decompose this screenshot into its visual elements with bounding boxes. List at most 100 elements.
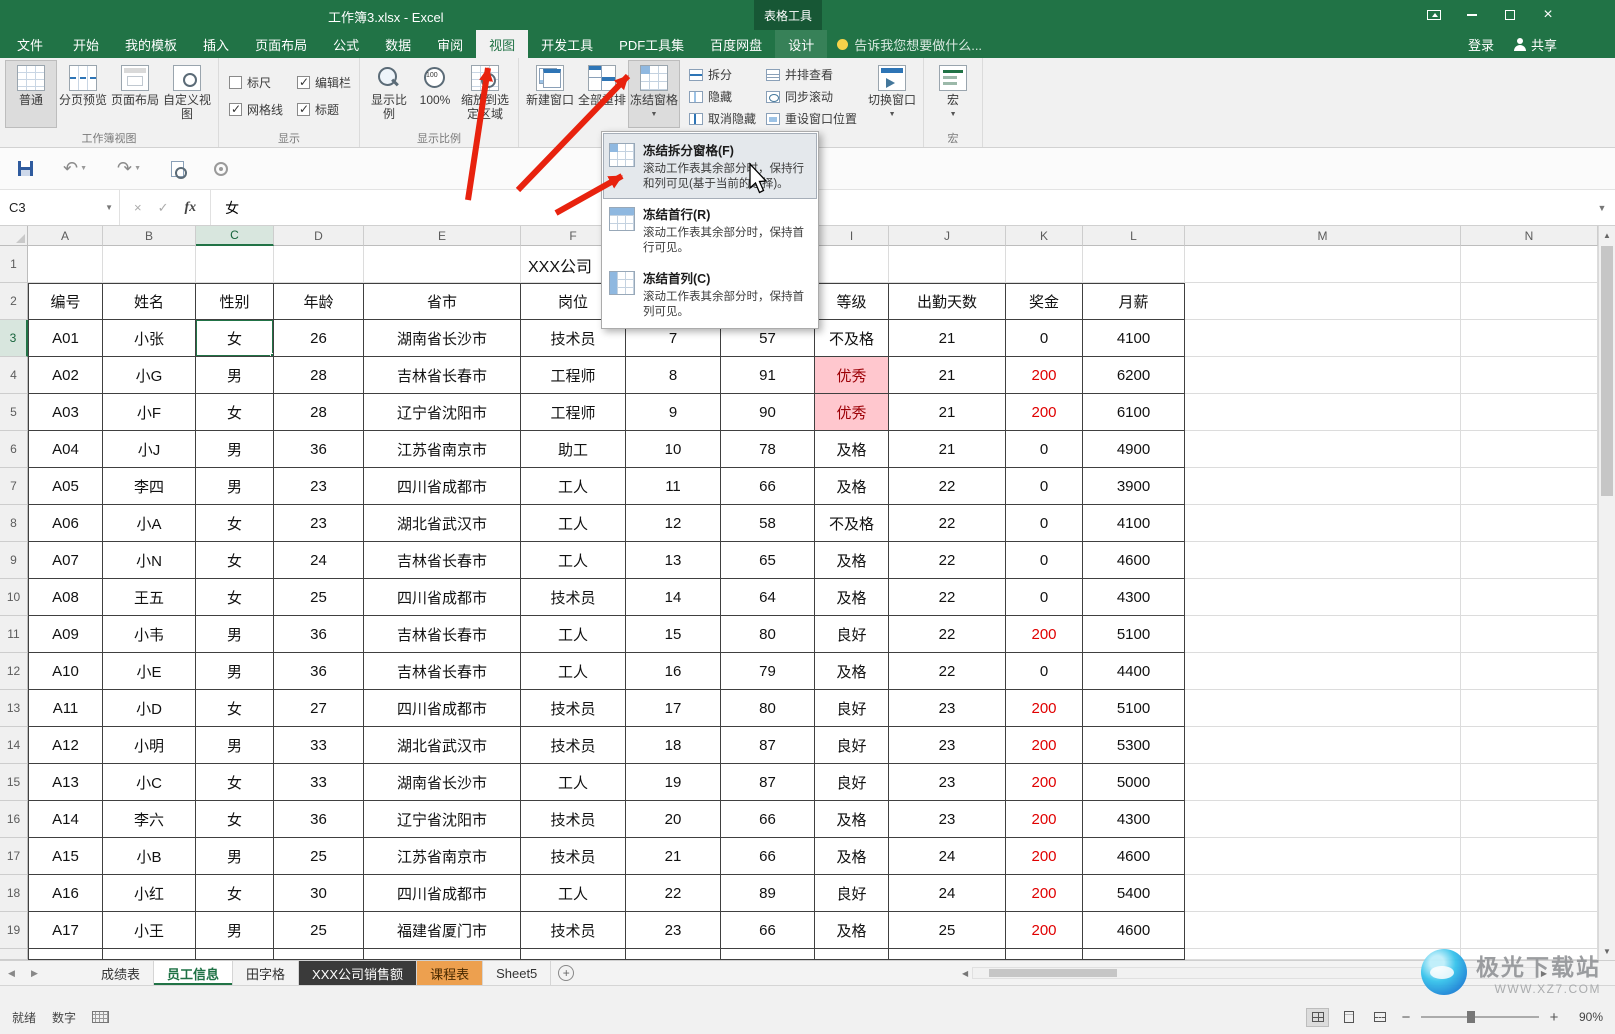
cell[interactable]: 技术员 [521, 912, 626, 949]
cell[interactable]: 技术员 [521, 727, 626, 764]
cell[interactable] [889, 949, 1006, 960]
cell[interactable]: 男 [196, 727, 274, 764]
cell[interactable]: 小J [103, 431, 196, 468]
cell[interactable]: 23 [274, 505, 364, 542]
synchronous-scrolling-button[interactable]: 同步滚动 [766, 86, 857, 107]
header-cell[interactable]: 奖金 [1006, 283, 1083, 320]
row-header-7[interactable]: 7 [0, 468, 28, 505]
column-header-K[interactable]: K [1006, 226, 1083, 246]
cell[interactable] [1185, 801, 1461, 838]
cell[interactable]: 良好 [815, 764, 889, 801]
row-header-16[interactable]: 16 [0, 801, 28, 838]
cell[interactable]: 10 [626, 431, 721, 468]
cell[interactable]: 36 [274, 616, 364, 653]
cell[interactable]: 女 [196, 542, 274, 579]
ribbon-tab-9[interactable]: 开发工具 [528, 30, 606, 58]
cell[interactable]: 20 [626, 801, 721, 838]
cell[interactable]: 79 [721, 653, 815, 690]
cell[interactable]: 5000 [1083, 764, 1185, 801]
cell[interactable]: 25 [889, 912, 1006, 949]
cell[interactable]: 0 [1006, 505, 1083, 542]
cell[interactable]: 男 [196, 431, 274, 468]
cell[interactable]: 23 [626, 912, 721, 949]
cell[interactable]: 小F [103, 394, 196, 431]
cell[interactable]: 女 [196, 320, 274, 357]
cell[interactable] [196, 949, 274, 960]
cell[interactable]: 男 [196, 653, 274, 690]
page-break-preview-button[interactable]: 分页预览 [58, 61, 108, 127]
cell[interactable] [1185, 727, 1461, 764]
cell[interactable]: 23 [889, 801, 1006, 838]
cell[interactable]: A13 [28, 764, 103, 801]
cell[interactable]: 5100 [1083, 616, 1185, 653]
row-header-8[interactable]: 8 [0, 505, 28, 542]
cell[interactable]: 良好 [815, 690, 889, 727]
cell[interactable]: 女 [196, 394, 274, 431]
freeze-menu-item-2[interactable]: 冻结首行(R)滚动工作表其余部分时，保持首行可见。 [604, 198, 816, 262]
split-button[interactable]: 拆分 [689, 64, 756, 85]
cell[interactable] [1185, 912, 1461, 949]
cell[interactable]: 及格 [815, 912, 889, 949]
cell[interactable]: 90 [721, 394, 815, 431]
cell[interactable]: 23 [889, 727, 1006, 764]
cell[interactable] [1185, 246, 1461, 283]
switch-windows-button[interactable]: 切换窗口 ▼ [867, 61, 917, 127]
cell[interactable] [521, 949, 626, 960]
cell[interactable]: 17 [626, 690, 721, 727]
cell[interactable]: 小E [103, 653, 196, 690]
cell[interactable] [1461, 727, 1598, 764]
cell[interactable]: 四川省成都市 [364, 690, 521, 727]
cell[interactable]: A08 [28, 579, 103, 616]
page-layout-view-button[interactable]: 页面布局 [110, 61, 160, 127]
cell[interactable]: 小G [103, 357, 196, 394]
column-header-E[interactable]: E [364, 226, 521, 246]
cell[interactable]: 女 [196, 764, 274, 801]
cell[interactable]: 6100 [1083, 394, 1185, 431]
cell[interactable] [1185, 394, 1461, 431]
cell[interactable]: A06 [28, 505, 103, 542]
cell[interactable]: 小明 [103, 727, 196, 764]
cell[interactable]: 80 [721, 690, 815, 727]
cell[interactable]: 22 [889, 579, 1006, 616]
cell[interactable]: 工人 [521, 468, 626, 505]
view-side-by-side-button[interactable]: 并排查看 [766, 64, 857, 85]
cell[interactable]: 16 [626, 653, 721, 690]
cell[interactable]: 4900 [1083, 431, 1185, 468]
page-layout-view-toggle[interactable] [1337, 1008, 1360, 1027]
cell[interactable]: 21 [889, 357, 1006, 394]
cell[interactable]: 湖北省武汉市 [364, 505, 521, 542]
select-all-corner[interactable] [0, 226, 28, 246]
column-header-M[interactable]: M [1185, 226, 1461, 246]
cell[interactable]: 良好 [815, 616, 889, 653]
row-header-6[interactable]: 6 [0, 431, 28, 468]
cell[interactable]: 李六 [103, 801, 196, 838]
cell[interactable]: 80 [721, 616, 815, 653]
cell[interactable]: 江苏省南京市 [364, 431, 521, 468]
cell[interactable] [28, 246, 103, 283]
formula-bar-checkbox[interactable]: 编辑栏 [297, 73, 351, 93]
cell[interactable]: 22 [889, 542, 1006, 579]
cell[interactable]: 工人 [521, 616, 626, 653]
formula-input[interactable]: 女 [211, 190, 1589, 225]
cell[interactable]: 王五 [103, 579, 196, 616]
cell[interactable]: 14 [626, 579, 721, 616]
header-cell[interactable]: 编号 [28, 283, 103, 320]
cell[interactable]: 工人 [521, 505, 626, 542]
headings-checkbox[interactable]: 标题 [297, 100, 351, 120]
cell[interactable]: 25 [274, 912, 364, 949]
touch-mode-button[interactable] [214, 162, 228, 176]
cell[interactable] [889, 246, 1006, 283]
cell[interactable]: A04 [28, 431, 103, 468]
header-cell[interactable]: 出勤天数 [889, 283, 1006, 320]
row-header-11[interactable]: 11 [0, 616, 28, 653]
cell[interactable]: A07 [28, 542, 103, 579]
cell[interactable]: 36 [274, 431, 364, 468]
cell[interactable]: 江苏省南京市 [364, 838, 521, 875]
cell[interactable]: 及格 [815, 468, 889, 505]
cell[interactable]: A16 [28, 875, 103, 912]
cell[interactable]: 66 [721, 468, 815, 505]
cell[interactable]: A03 [28, 394, 103, 431]
sheet-tab-5[interactable]: 课程表 [417, 961, 483, 985]
cell[interactable]: 女 [196, 875, 274, 912]
cell[interactable] [1185, 320, 1461, 357]
